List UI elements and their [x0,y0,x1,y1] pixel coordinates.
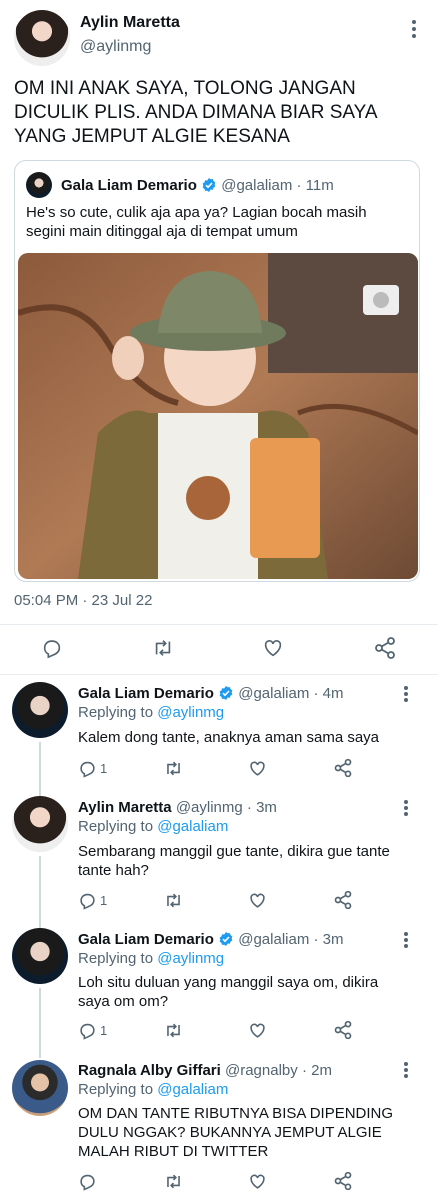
author-handle[interactable]: @aylinmg [176,799,243,816]
reply-icon[interactable] [78,759,97,778]
quoted-text-line: segini main ditinggal aja di tempat umum [26,223,298,240]
reply-icon[interactable] [41,637,63,659]
replying-to-link[interactable]: @galaliam [157,818,228,835]
share-icon[interactable] [333,1020,353,1040]
like-icon[interactable] [248,891,267,910]
thread-line [39,988,41,1058]
reply-text-line: Sembarang manggil gue tante, dikira gue … [78,843,390,860]
reply-count: 1 [100,1023,108,1038]
quoted-author-name: Gala Liam Demario [61,177,197,194]
avatar[interactable] [12,1060,68,1116]
thread-line [39,856,41,928]
author-handle[interactable]: @galaliam [238,685,309,702]
author-handle[interactable]: @aylinmg [80,38,151,56]
avatar[interactable] [12,682,68,738]
author-handle[interactable]: @galaliam [238,931,309,948]
author-name[interactable]: Aylin Maretta [80,14,180,32]
like-icon[interactable] [248,1021,267,1040]
tweet-time: · 3m [313,931,344,948]
quoted-time: · 11m [296,177,334,194]
tweet-text-line: DICULIK PLIS. ANDA DIMANA BIAR SAYA [14,102,378,123]
tweet-text-line: YANG JEMPUT ALGIE KESANA [14,126,290,147]
tweet-text-line: OM INI ANAK SAYA, TOLONG JANGAN [14,78,356,99]
reply-text-line: OM DAN TANTE RIBUTNYA BISA DIPENDING [78,1105,394,1122]
replying-label: Replying to [78,818,154,835]
replying-label: Replying to [78,704,154,721]
avatar [26,172,52,198]
reply-text-line: MALAH RIBUT DI TWITTER [78,1143,269,1160]
author-name[interactable]: Aylin Maretta [78,799,172,816]
thread-line [39,742,41,802]
reply-count: 1 [100,893,108,908]
reply-icon[interactable] [78,1172,97,1191]
tweet-time: · 4m [313,685,344,702]
reply-icon[interactable] [78,891,97,910]
quoted-photo[interactable] [18,253,418,579]
like-icon[interactable] [248,759,267,778]
share-icon[interactable] [333,1171,353,1191]
verified-badge-icon [218,931,234,947]
avatar[interactable] [12,928,68,984]
retweet-icon[interactable] [151,637,175,659]
share-icon[interactable] [333,890,353,910]
reply-text-line: saya om om? [78,993,169,1010]
tweet-time: · 3m [246,799,277,816]
quoted-author-handle: @galaliam [221,177,293,194]
retweet-icon[interactable] [163,759,184,778]
share-icon[interactable] [333,758,353,778]
author-name[interactable]: Gala Liam Demario [78,931,214,948]
more-options-icon[interactable] [401,686,411,704]
share-icon[interactable] [373,636,397,660]
avatar[interactable] [12,796,68,852]
more-options-icon[interactable] [401,932,411,950]
replying-to-link[interactable]: @aylinmg [157,704,224,721]
quoted-tweet-card[interactable]: Gala Liam Demario @galaliam · 11m He's s… [14,160,420,582]
author-name[interactable]: Ragnala Alby Giffari [78,1062,221,1079]
tweet-time: · 2m [301,1062,332,1079]
retweet-icon[interactable] [163,1021,184,1040]
verified-badge-icon [218,685,234,701]
retweet-icon[interactable] [163,1172,184,1191]
replying-label: Replying to [78,950,154,967]
reply-text-line: Loh situ duluan yang manggil saya om, di… [78,974,379,991]
reply-text-line: tante hah? [78,862,149,879]
quoted-text-line: He's so cute, culik aja apa ya? Lagian b… [26,204,367,221]
more-options-icon[interactable] [401,1062,411,1080]
like-icon[interactable] [262,637,284,659]
avatar[interactable] [14,10,70,66]
reply-text-line: Kalem dong tante, anaknya aman sama saya [78,729,380,746]
verified-badge-icon [201,177,217,193]
reply-icon[interactable] [78,1021,97,1040]
like-icon[interactable] [248,1172,267,1191]
replying-to-link[interactable]: @galaliam [157,1081,228,1098]
author-handle[interactable]: @ragnalby [225,1062,298,1079]
replying-label: Replying to [78,1081,154,1098]
more-options-icon[interactable] [401,800,411,818]
replying-to-link[interactable]: @aylinmg [157,950,224,967]
tweet-timestamp[interactable]: 05:04 PM · 23 Jul 22 [14,592,152,609]
reply-count: 1 [100,761,108,776]
author-name[interactable]: Gala Liam Demario [78,685,214,702]
reply-text-line: DULU NGGAK? BUKANNYA JEMPUT ALGIE [78,1124,382,1141]
retweet-icon[interactable] [163,891,184,910]
more-options-icon[interactable] [409,20,419,38]
